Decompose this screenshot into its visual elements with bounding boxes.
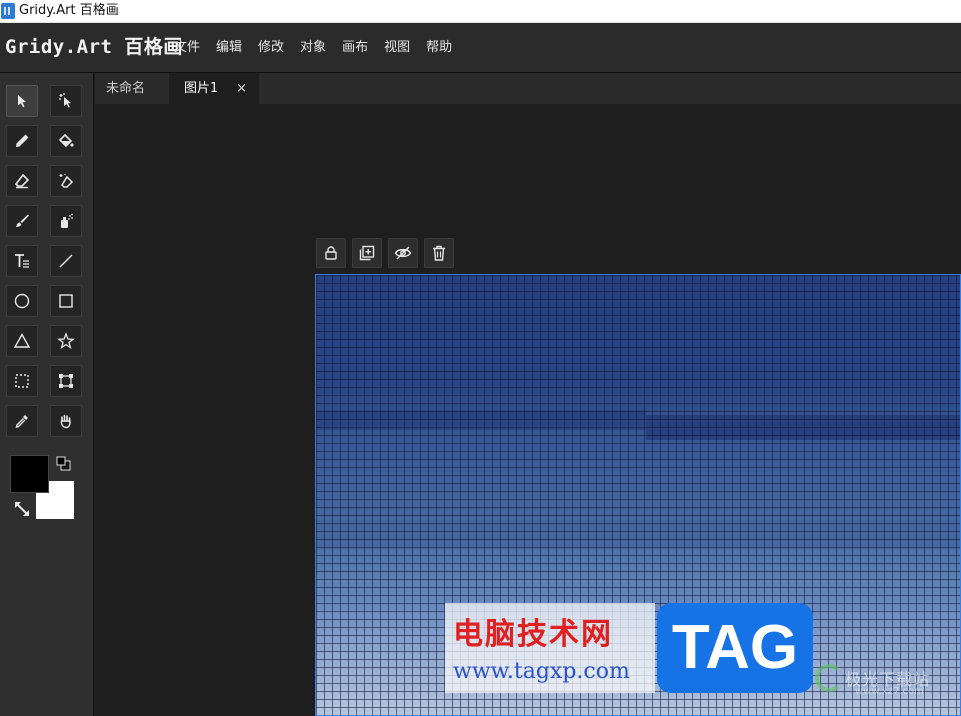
menu-modify[interactable]: 修改	[250, 23, 292, 73]
main-menu: 文件 编辑 修改 对象 画布 视图 帮助	[166, 23, 460, 73]
pencil-icon	[16, 134, 29, 147]
trash-icon	[433, 245, 445, 261]
secondary-watermark: 极光下载站 www.xz7.com	[815, 660, 961, 700]
hide-eye-icon	[394, 246, 412, 260]
swirl-logo-icon	[815, 664, 843, 692]
watermark2-subtext: www.xz7.com	[855, 686, 924, 697]
duplicate-icon	[359, 245, 375, 261]
rectangle-tool-button[interactable]	[50, 285, 82, 317]
dashed-rect-icon	[15, 374, 29, 388]
brush-tool-button[interactable]	[6, 205, 38, 237]
lock-icon	[325, 246, 337, 260]
square-icon	[59, 294, 73, 308]
tab-label: 图片1	[184, 81, 219, 96]
transform-icon	[59, 374, 73, 388]
marquee-tool-button[interactable]	[6, 365, 38, 397]
menu-edit[interactable]: 编辑	[208, 23, 250, 73]
triangle-icon	[13, 333, 31, 348]
menu-view[interactable]: 视图	[376, 23, 418, 73]
window-title: Gridy.Art 百格画	[19, 3, 119, 18]
close-tab-icon[interactable]: ×	[236, 73, 247, 104]
foreground-color-swatch[interactable]	[10, 455, 49, 493]
menu-file[interactable]: 文件	[166, 23, 208, 73]
lock-layer-button[interactable]	[316, 238, 346, 268]
eyedropper-tool-button[interactable]	[6, 405, 38, 437]
pencil-tool-button[interactable]	[6, 125, 38, 157]
line-icon	[59, 254, 73, 268]
menu-bar: Gridy.Art 百格画 文件 编辑 修改 对象 画布 视图 帮助	[0, 23, 961, 73]
circle-icon	[14, 293, 30, 309]
eyedropper-icon	[15, 415, 28, 428]
watermark-cn-text: 电脑技术网	[453, 617, 613, 652]
hide-layer-button[interactable]	[388, 238, 418, 268]
hand-icon	[60, 414, 71, 429]
magic-cursor-icon	[59, 93, 71, 108]
select-tool-button[interactable]	[6, 85, 38, 117]
transform-tool-button[interactable]	[50, 365, 82, 397]
cursor-arrow-icon	[18, 95, 26, 108]
menu-canvas[interactable]: 画布	[334, 23, 376, 73]
magic-eraser-icon	[59, 174, 74, 188]
eraser-tool-button[interactable]	[6, 165, 38, 197]
watermark-url: www.tagxp.com	[453, 659, 630, 684]
delete-layer-button[interactable]	[424, 238, 454, 268]
tab-untitled[interactable]: 未命名	[95, 73, 160, 104]
window-titlebar: Gridy.Art 百格画	[0, 0, 961, 23]
site-watermark: 电脑技术网 www.tagxp.com TAG	[445, 603, 813, 693]
app-logo: Gridy.Art 百格画	[5, 36, 183, 58]
tool-panel	[0, 73, 94, 716]
hand-tool-button[interactable]	[50, 405, 82, 437]
brush-icon	[16, 214, 29, 227]
star-tool-button[interactable]	[50, 325, 82, 357]
line-tool-button[interactable]	[50, 245, 82, 277]
menu-help[interactable]: 帮助	[418, 23, 460, 73]
eraser-icon	[14, 173, 30, 189]
spray-can-icon	[61, 213, 73, 228]
spray-tool-button[interactable]	[50, 205, 82, 237]
magic-eraser-tool-button[interactable]	[50, 165, 82, 197]
paint-bucket-icon	[58, 133, 74, 148]
ellipse-tool-button[interactable]	[6, 285, 38, 317]
text-icon	[15, 254, 29, 268]
text-tool-button[interactable]	[6, 245, 38, 277]
tab-image1[interactable]: 图片1 ×	[169, 73, 259, 104]
duplicate-layer-button[interactable]	[352, 238, 382, 268]
default-colors-icon[interactable]	[56, 456, 72, 472]
triangle-tool-button[interactable]	[6, 325, 38, 357]
star-icon	[57, 332, 75, 350]
magic-select-tool-button[interactable]	[50, 85, 82, 117]
document-tabs: 未命名 图片1 ×	[95, 73, 961, 104]
tab-label: 未命名	[106, 81, 146, 96]
menu-object[interactable]: 对象	[292, 23, 334, 73]
swap-colors-icon[interactable]	[13, 500, 31, 518]
watermark-tag-logo: TAG	[657, 603, 813, 693]
app-icon	[1, 3, 15, 19]
fill-tool-button[interactable]	[50, 125, 82, 157]
